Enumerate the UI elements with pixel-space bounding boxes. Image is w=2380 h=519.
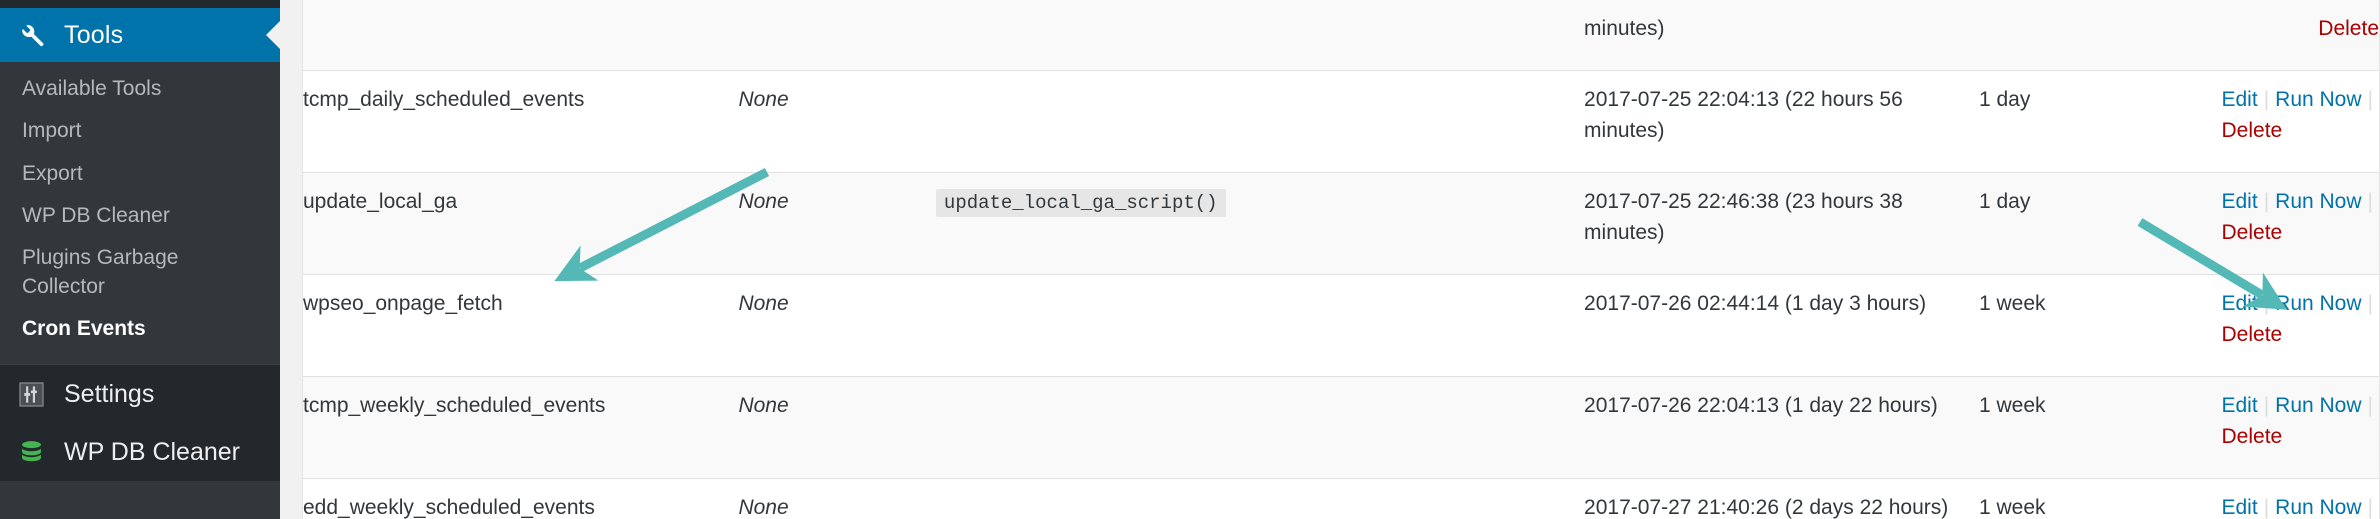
content-area: minutes) Delete tcmp_daily_scheduled_eve… <box>280 0 2380 519</box>
cell-next-run: minutes) <box>1584 17 1665 40</box>
cell-arguments: None <box>738 190 789 214</box>
cell-next-run: 2017-07-25 22:46:38 (23 hours 38 minutes… <box>1584 190 1903 244</box>
delete-link[interactable]: Delete <box>2318 17 2379 40</box>
sidebar-item-wp-db-cleaner[interactable]: WP DB Cleaner <box>0 423 280 482</box>
table-row: wpseo_onpage_fetch None 2017-07-26 02:44… <box>303 274 2380 377</box>
run-now-link[interactable]: Run Now <box>2275 190 2361 213</box>
cell-next-run: 2017-07-25 22:04:13 (22 hours 56 minutes… <box>1584 88 1903 142</box>
sidebar-item-tools[interactable]: Tools <box>0 8 280 62</box>
action-separator: | <box>2263 88 2270 112</box>
cell-recurrence: 1 week <box>1978 495 2046 519</box>
cell-next-run: 2017-07-26 02:44:14 (1 day 3 hours) <box>1584 292 1927 316</box>
submenu-item-export[interactable]: Export <box>0 153 280 195</box>
edit-link[interactable]: Edit <box>2222 394 2258 417</box>
delete-link[interactable]: Delete <box>2222 119 2283 142</box>
cell-recurrence: 1 day <box>1978 190 2031 214</box>
submenu-item-cron-events[interactable]: Cron Events <box>0 308 280 350</box>
cell-recurrence: 1 day <box>1978 88 2031 112</box>
cell-hook: tcmp_weekly_scheduled_events <box>303 394 606 418</box>
edit-link[interactable]: Edit <box>2222 88 2258 111</box>
action-separator: | <box>2367 394 2373 418</box>
cron-events-table: minutes) Delete tcmp_daily_scheduled_eve… <box>303 0 2379 519</box>
row-actions: Edit|Run Now| Delete <box>2222 289 2380 350</box>
action-separator: | <box>2367 495 2373 519</box>
row-actions: Edit|Run Now| Delete <box>2222 85 2380 146</box>
submenu-item-wp-db-cleaner[interactable]: WP DB Cleaner <box>0 195 280 237</box>
row-actions: Edit|Run Now| Delete <box>2222 391 2380 452</box>
action-separator: | <box>2367 88 2373 112</box>
submenu-item-plugins-garbage-collector[interactable]: Plugins Garbage Collector <box>0 237 280 308</box>
sidebar-item-tools-label: Tools <box>64 20 124 49</box>
cell-hook: update_local_ga <box>303 190 458 214</box>
cell-arguments: None <box>738 495 789 519</box>
sidebar-item-wp-db-cleaner-label: WP DB Cleaner <box>64 437 240 466</box>
sidebar-topbar <box>0 0 280 8</box>
table-row: minutes) Delete <box>303 0 2379 71</box>
cell-action-snippet: update_local_ga_script() <box>935 189 1226 218</box>
edit-link[interactable]: Edit <box>2222 292 2258 315</box>
delete-link[interactable]: Delete <box>2222 425 2283 448</box>
sidebar-item-settings-label: Settings <box>64 379 155 408</box>
run-now-link[interactable]: Run Now <box>2275 292 2361 315</box>
action-separator: | <box>2263 190 2270 214</box>
cell-arguments: None <box>738 394 789 418</box>
cell-arguments: None <box>738 88 789 112</box>
cell-hook: edd_weekly_scheduled_events <box>303 495 595 519</box>
wordpress-admin-screen: Tools Available Tools Import Export WP D… <box>0 0 2380 519</box>
database-icon <box>16 437 46 467</box>
cell-next-run: 2017-07-26 22:04:13 (1 day 22 hours) <box>1584 394 1938 418</box>
action-separator: | <box>2367 292 2373 316</box>
delete-link[interactable]: Delete <box>2222 221 2283 244</box>
run-now-link[interactable]: Run Now <box>2275 88 2361 111</box>
menu-pointer-arrow-icon <box>266 20 280 50</box>
row-actions: Edit|Run Now| Delete <box>2222 187 2380 248</box>
action-separator: | <box>2263 292 2270 316</box>
edit-link[interactable]: Edit <box>2222 190 2258 213</box>
table-row: update_local_ga None update_local_ga_scr… <box>303 172 2380 275</box>
tools-submenu: Available Tools Import Export WP DB Clea… <box>0 62 280 365</box>
cell-next-run: 2017-07-27 21:40:26 (2 days 22 hours) <box>1584 495 1949 519</box>
submenu-item-available-tools[interactable]: Available Tools <box>0 68 280 110</box>
run-now-link[interactable]: Run Now <box>2275 394 2361 417</box>
cell-recurrence: 1 week <box>1978 292 2046 316</box>
settings-sliders-icon <box>16 379 46 409</box>
table-row: tcmp_daily_scheduled_events None 2017-07… <box>303 70 2380 173</box>
edit-link[interactable]: Edit <box>2222 496 2258 519</box>
row-actions: Edit|Run Now| Delete <box>2222 493 2380 519</box>
table-row: tcmp_weekly_scheduled_events None 2017-0… <box>303 376 2380 479</box>
wrench-icon <box>16 20 46 50</box>
sidebar-item-settings[interactable]: Settings <box>0 365 280 424</box>
table-row: edd_weekly_scheduled_events None 2017-07… <box>303 477 2380 519</box>
action-separator: | <box>2263 394 2270 418</box>
action-separator: | <box>2263 495 2270 519</box>
cron-events-table-wrapper: minutes) Delete tcmp_daily_scheduled_eve… <box>302 0 2380 519</box>
cell-recurrence: 1 week <box>1978 394 2046 418</box>
run-now-link[interactable]: Run Now <box>2275 496 2361 519</box>
action-separator: | <box>2367 190 2373 214</box>
delete-link[interactable]: Delete <box>2222 323 2283 346</box>
row-actions: Delete <box>2318 14 2379 44</box>
cell-arguments: None <box>738 292 789 316</box>
cell-hook: wpseo_onpage_fetch <box>303 292 503 316</box>
cell-hook: tcmp_daily_scheduled_events <box>303 88 585 112</box>
admin-sidebar: Tools Available Tools Import Export WP D… <box>0 0 280 519</box>
submenu-item-import[interactable]: Import <box>0 110 280 152</box>
